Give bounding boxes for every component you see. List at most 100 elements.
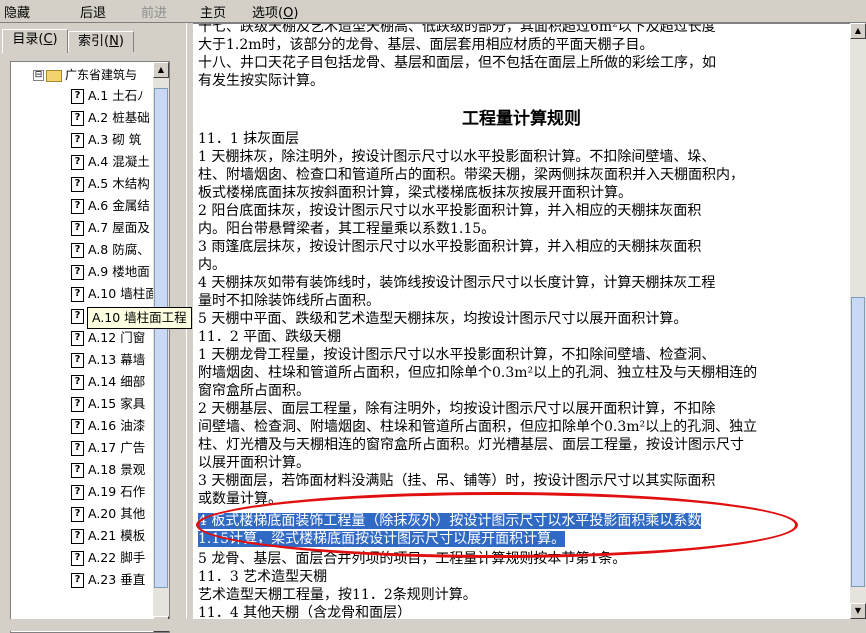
line-text: 柱、附墙烟囱、检查口和管道所占的面积。带梁天棚，梁两侧抹灰面积并入天棚面积内， xyxy=(198,167,744,183)
tree-item-code: A.13 xyxy=(88,352,117,367)
content-scrollbar[interactable]: ▲ ▼ xyxy=(850,23,866,619)
tree-item[interactable]: ? A.8 防腐、 xyxy=(71,240,150,260)
tree-item[interactable]: ? A.22 脚手 xyxy=(71,548,145,568)
tree-item-code: A.8 xyxy=(88,242,109,257)
tab-contents-suffix: ) xyxy=(52,32,58,47)
tree-item-code: A.3 xyxy=(88,132,109,147)
topic-content[interactable]: 工程量计算规则 十七、跌级天棚及艺术造型天棚高、低跌级的部分，其面积超过6m²以… xyxy=(193,23,850,620)
home-button[interactable]: 主页 xyxy=(200,2,226,21)
tree-item-label: A.6 金属结 xyxy=(88,198,150,213)
options-suffix: ) xyxy=(293,6,299,21)
help-topic-icon: ? xyxy=(71,529,84,544)
help-topic-icon: ? xyxy=(71,331,84,346)
tree-item[interactable]: ? A.7 屋面及 xyxy=(71,218,150,238)
content-line: 5 天棚中平面、跌级和艺术造型天棚抹灰，均按设计图示尺寸以展开面积计算。 xyxy=(198,310,687,328)
tree-item[interactable]: ? A.12 门窗 xyxy=(71,328,145,348)
tree-item[interactable]: ? A.5 木结构 xyxy=(71,174,150,194)
forward-button[interactable]: 前进 xyxy=(141,2,167,21)
hide-button[interactable]: 隐藏 xyxy=(4,2,30,21)
line-text: 3 雨篷底层抹灰，按设计图示尺寸以水平投影面积计算，并入相应的天棚抹灰面积 xyxy=(198,239,702,255)
tree-item[interactable]: ? A.3 砌 筑 xyxy=(71,130,141,150)
toolbar: 隐藏 后退 前进 主页 选项(O) xyxy=(0,0,866,23)
back-button[interactable]: 后退 xyxy=(80,2,106,21)
options-button[interactable]: 选项(O) xyxy=(252,2,298,21)
tree-item[interactable]: ? A.15 家具 xyxy=(71,394,145,414)
tree-root[interactable]: ⊟ 广东省建筑与 xyxy=(33,66,137,83)
content-line: 十七、跌级天棚及艺术造型天棚高、低跌级的部分，其面积超过6m²以下及超过长度 xyxy=(198,24,716,36)
tree-item-label: A.2 桩基础 xyxy=(88,110,150,125)
tree-item[interactable]: ? A.2 桩基础 xyxy=(71,108,150,128)
tab-index-hotkey: N xyxy=(109,34,119,49)
help-topic-icon: ? xyxy=(71,441,84,456)
tab-index-suffix: ) xyxy=(118,34,124,49)
tree-item-title: 金属结 xyxy=(112,198,150,213)
help-topic-icon: ? xyxy=(71,177,84,192)
tree-item-code: A.15 xyxy=(88,396,117,411)
line-text: 艺术造型天棚工程量，按11．2条规则计算。 xyxy=(198,587,477,603)
content-line: 4 板式楼梯底面装饰工程量（除抹灰外）按设计图示尺寸以水平投影面积乘以系数 xyxy=(198,512,702,530)
content-line: 柱、灯光槽及与天棚相连的窗帘盒所占面积。灯光槽基层、面层工程量，按设计图示尺寸 xyxy=(198,436,744,454)
tree-item-label: A.22 脚手 xyxy=(88,550,145,565)
horizontal-scrollbar[interactable] xyxy=(0,619,866,631)
line-text: 11．4 其他天棚（含龙骨和面层） xyxy=(198,605,412,620)
line-text: 2 阳台底面抹灰，按设计图示尺寸以水平投影面积计算，并入相应的天棚抹灰面积 xyxy=(198,203,702,219)
tree-item-title: 油漆 xyxy=(120,418,146,433)
tree-item-label: A.19 石作 xyxy=(88,484,145,499)
line-text: 窗帘盒所占面积。 xyxy=(198,383,310,399)
tree-item-code: A.12 xyxy=(88,330,117,345)
help-topic-icon: ? xyxy=(71,155,84,170)
tree-item[interactable]: ? A.23 垂直 xyxy=(71,570,145,590)
tree-item[interactable]: ? A.6 金属结 xyxy=(71,196,150,216)
tree-item-label: A.7 屋面及 xyxy=(88,220,150,235)
tree-scroll-up-icon[interactable]: ▲ xyxy=(153,62,169,78)
tree-item[interactable]: ? A.19 石作 xyxy=(71,482,145,502)
tree-item-code: A.14 xyxy=(88,374,117,389)
tree-item[interactable]: ? A.21 模板 xyxy=(71,526,145,546)
tree-item[interactable]: ? A.9 楼地面 xyxy=(71,262,150,282)
content-line: 间壁墙、检查洞、附墙烟囱、柱垛和管道所占面积，但应扣除单个0.3m²以上的孔洞、… xyxy=(198,418,757,436)
content-scroll-thumb[interactable] xyxy=(851,297,865,587)
tree-item-label: A.16 油漆 xyxy=(88,418,145,433)
line-text: 2 天棚基层、面层工程量，除有注明外，均按设计图示尺寸以展开面积计算，不扣除 xyxy=(198,401,716,417)
line-text: 附墙烟囱、柱垛和管道所占面积，但应扣除单个0.3m²以上的孔洞、独立柱及与天棚相… xyxy=(198,365,758,381)
tab-contents[interactable]: 目录(C) xyxy=(2,29,68,53)
tree-item[interactable]: ? A.18 景观 xyxy=(71,460,145,480)
line-text: 以展开面积计算。 xyxy=(198,455,310,471)
content-line: 2 阳台底面抹灰，按设计图示尺寸以水平投影面积计算，并入相应的天棚抹灰面积 xyxy=(198,202,701,220)
tab-contents-prefix: 目录( xyxy=(12,32,44,47)
tree-item-title: 家具 xyxy=(120,396,146,411)
selected-text: 1.15计算，梁式楼梯底面按设计图示尺寸以展开面积计算。 xyxy=(198,531,566,547)
tree-item-label: A.23 垂直 xyxy=(88,572,145,587)
help-topic-icon: ? xyxy=(71,287,84,302)
tree-item-code: A.19 xyxy=(88,484,117,499)
tree-item-label: A.8 防腐、 xyxy=(88,242,150,257)
tree-item-title: 其他 xyxy=(120,506,146,521)
contents-tree[interactable]: ⊟ 广东省建筑与 ? A.1 土石ﾉ? A.2 桩基础? A.3 砌 筑? A.4 混凝土… xyxy=(10,61,170,633)
line-text: 1 天棚龙骨工程量，按设计图示尺寸以水平投影面积计算，不扣除间壁墙、检查洞、 xyxy=(198,347,716,363)
tree-item[interactable]: ? A.13 幕墙 xyxy=(71,350,145,370)
content-line: 1 天棚抹灰，除注明外，按设计图示尺寸以水平投影面积计算。不扣除间壁墙、垛、 xyxy=(198,148,715,166)
content-line: 内。 xyxy=(198,256,226,274)
tree-item[interactable]: ? A.14 细部 xyxy=(71,372,145,392)
tree-item-code: A.17 xyxy=(88,440,117,455)
content-line: 艺术造型天棚工程量，按11．2条规则计算。 xyxy=(198,586,477,604)
content-scroll-up-icon[interactable]: ▲ xyxy=(850,23,866,39)
help-topic-icon: ? xyxy=(71,243,84,258)
tree-item[interactable]: ? A.17 广告 xyxy=(71,438,145,458)
tree-item[interactable]: ? A.4 混凝土 xyxy=(71,152,150,172)
tab-index[interactable]: 索引(N) xyxy=(68,31,134,52)
help-topic-icon: ? xyxy=(71,199,84,214)
tree-item[interactable]: ? A.20 其他 xyxy=(71,504,145,524)
help-topic-icon: ? xyxy=(71,133,84,148)
tree-scrollbar[interactable]: ▲ ▼ xyxy=(153,62,169,632)
tree-item-title: 桩基础 xyxy=(112,110,150,125)
tree-item[interactable]: ? A.1 土石ﾉ xyxy=(71,86,144,106)
tree-item-label: A.14 细部 xyxy=(88,374,145,389)
tree-scroll-thumb[interactable] xyxy=(154,88,168,588)
content-scroll-down-icon[interactable]: ▼ xyxy=(850,603,866,619)
tree-item[interactable]: ? A.16 油漆 xyxy=(71,416,145,436)
tree-item-label: A.13 幕墙 xyxy=(88,352,145,367)
line-text: 5 天棚中平面、跌级和艺术造型天棚抹灰，均按设计图示尺寸以展开面积计算。 xyxy=(198,311,688,327)
collapse-icon[interactable]: ⊟ xyxy=(33,70,44,81)
tree-root-label: 广东省建筑与 xyxy=(65,68,138,82)
